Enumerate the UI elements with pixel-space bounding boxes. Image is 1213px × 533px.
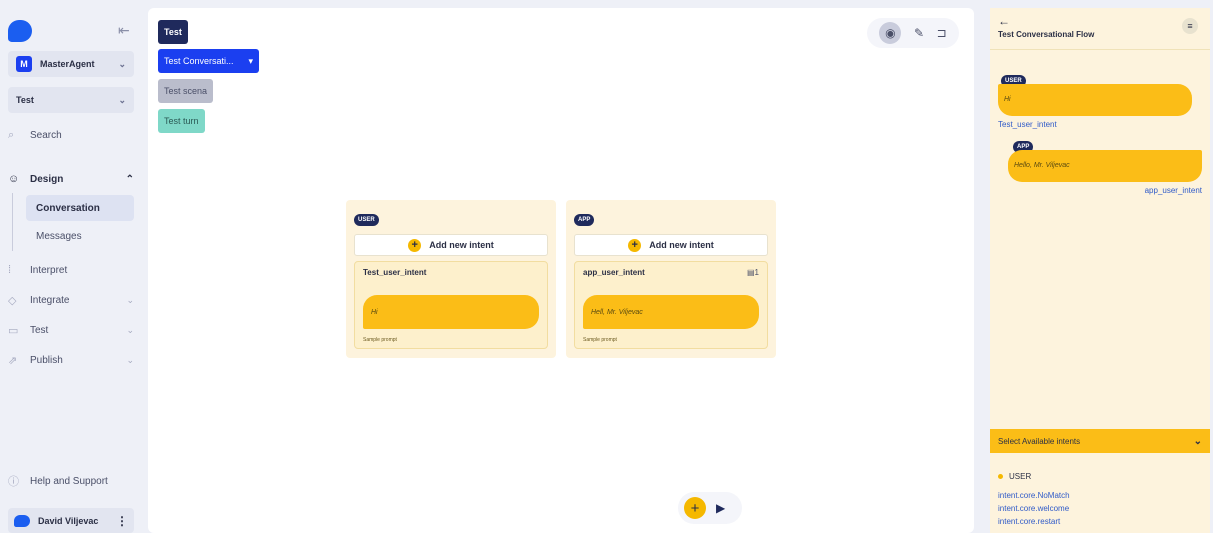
back-arrow-icon[interactable]: ← (998, 14, 1202, 28)
sidebar-item-label: Publish (30, 355, 63, 366)
sidebar-item-interpret[interactable]: ⁞ Interpret (8, 264, 134, 276)
test-panel-header: ← Test Conversational Flow ≡ (990, 8, 1210, 50)
publish-icon: ⇗ (8, 355, 18, 367)
sidebar-item-label: Interpret (30, 264, 68, 276)
plus-icon: + (408, 238, 422, 252)
help-label: Help and Support (30, 475, 108, 487)
user-panel: USER + Add new intent Test_user_intent H… (346, 200, 556, 358)
prompt-hint: Sample prompt (363, 337, 397, 343)
app-intent-label[interactable]: app_user_intent (1145, 186, 1202, 195)
role-badge: USER (354, 214, 379, 226)
project-name: Test (16, 95, 34, 105)
avatar (14, 514, 30, 527)
app-panel: APP + Add new intent app_user_intent ▤1 … (566, 200, 776, 358)
edit-icon[interactable]: ✎ (914, 26, 924, 40)
search-icon: ⌕ (8, 129, 15, 141)
list-item[interactable]: intent.core.restart (998, 515, 1070, 528)
help-support-link[interactable]: ⓘ Help and Support (8, 473, 134, 489)
intent-card[interactable]: Test_user_intent Hi Sample prompt (354, 261, 548, 349)
list-header: USER (998, 470, 1070, 483)
sidebar-item-messages[interactable]: Messages (26, 223, 134, 249)
add-intent-label: Add new intent (649, 240, 714, 250)
chevron-down-icon: ▾ (248, 55, 253, 66)
canvas-toolbar: ◉ ✎ ⊐ (867, 18, 959, 48)
chevron-down-icon: ⌄ (126, 295, 134, 305)
prompt-hint: Sample prompt (583, 337, 617, 343)
add-intent-label: Add new intent (429, 240, 494, 250)
agent-name: MasterAgent (40, 59, 95, 69)
chevron-up-icon: ⌃ (125, 173, 134, 185)
app-message-bubble: Hello, Mr. Viljevac (1008, 150, 1202, 182)
chevron-down-icon: ⌄ (126, 355, 134, 365)
layout-icon[interactable]: ⊐ (937, 26, 947, 40)
interpret-icon: ⁞ (8, 264, 12, 276)
prompt-bubble[interactable]: Hell, Mr. Viljevac (583, 295, 759, 329)
user-message-bubble: Hi (998, 84, 1192, 116)
sidebar-item-publish[interactable]: ⇗ Publish ⌄ (8, 354, 134, 367)
sidebar-item-label: Design (30, 173, 64, 185)
more-icon[interactable]: ⋮ (116, 514, 128, 528)
project-selector[interactable]: Test ⌄ (8, 87, 134, 113)
chevron-down-icon: ⌄ (118, 58, 126, 69)
list-header-label: USER (1009, 472, 1032, 481)
flow-canvas[interactable]: Test Test Conversati... ▾ Test scena Tes… (148, 8, 974, 533)
integrate-icon: ◇ (8, 295, 17, 307)
comment-icon: ▤ (746, 268, 755, 277)
turn-chip[interactable]: Test turn (158, 109, 205, 133)
collapse-sidebar-icon[interactable]: ⇤ (118, 22, 130, 39)
chevron-down-icon: ⌄ (118, 94, 126, 105)
list-item[interactable]: intent.core.welcome (998, 502, 1070, 515)
list-item[interactable]: intent.core.NoMatch (998, 489, 1070, 502)
prompt-bubble[interactable]: Hi (363, 295, 539, 329)
database-icon[interactable]: ≡ (1182, 18, 1198, 34)
chevron-down-icon: ⌄ (126, 325, 134, 335)
add-intent-button[interactable]: + Add new intent (354, 234, 548, 256)
plus-icon: + (628, 238, 642, 252)
bottom-controls: + ▶ (678, 492, 742, 524)
intent-list: USER intent.core.NoMatch intent.core.wel… (998, 470, 1070, 528)
intent-card[interactable]: app_user_intent ▤1 Hell, Mr. Viljevac Sa… (574, 261, 768, 349)
user-profile[interactable]: David Viljevac ⋮ (8, 508, 134, 533)
agent-avatar: M (16, 56, 32, 72)
chevron-down-icon: ⌄ (1193, 435, 1202, 447)
tree-line (12, 193, 13, 251)
add-intent-button[interactable]: + Add new intent (574, 234, 768, 256)
add-node-button[interactable]: + (684, 497, 706, 519)
sidebar-item-label: Integrate (30, 295, 70, 306)
conversation-chip[interactable]: Test Conversati... ▾ (158, 49, 259, 73)
app-logo (8, 20, 32, 42)
sidebar-item-label: Test (30, 325, 49, 336)
intent-select[interactable]: Select Available intents ⌄ (990, 429, 1210, 453)
sidebar-item-test[interactable]: ▭ Test ⌄ (8, 324, 134, 337)
user-intent-label[interactable]: Test_user_intent (998, 120, 1057, 129)
sidebar-item-search[interactable]: ⌕ Search (8, 129, 134, 142)
sidebar-item-design[interactable]: ☺ Design ⌃ (8, 173, 134, 185)
agent-selector[interactable]: M MasterAgent ⌄ (8, 51, 134, 77)
role-badge: APP (574, 214, 595, 226)
intent-name: app_user_intent (583, 268, 645, 277)
test-panel: ← Test Conversational Flow ≡ USER Hi Tes… (990, 8, 1210, 533)
sidebar-item-label: Search (30, 130, 62, 141)
conversation-chip-label: Test Conversati... (164, 56, 234, 66)
message-count: ▤1 (747, 268, 759, 277)
message-count-value: 1 (754, 268, 759, 277)
sidebar-item-integrate[interactable]: ◇ Integrate ⌄ (8, 294, 134, 307)
view-icon[interactable]: ◉ (879, 22, 902, 44)
chat-icon: ▭ (8, 325, 19, 337)
dot-icon (998, 474, 1003, 479)
intent-name: Test_user_intent (363, 268, 427, 277)
intent-select-label: Select Available intents (998, 436, 1081, 446)
palette-icon: ☺ (8, 173, 20, 185)
test-panel-title: Test Conversational Flow (998, 30, 1095, 39)
scenario-chip[interactable]: Test scena (158, 79, 214, 103)
info-icon: ⓘ (8, 476, 19, 488)
user-name: David Viljevac (38, 515, 99, 526)
play-icon[interactable]: ▶ (716, 501, 725, 515)
sidebar: ⇤ M MasterAgent ⌄ Test ⌄ ⌕ Search ☺ Desi… (0, 0, 146, 533)
story-chip[interactable]: Test (158, 20, 188, 44)
sidebar-item-conversation[interactable]: Conversation (26, 195, 134, 221)
